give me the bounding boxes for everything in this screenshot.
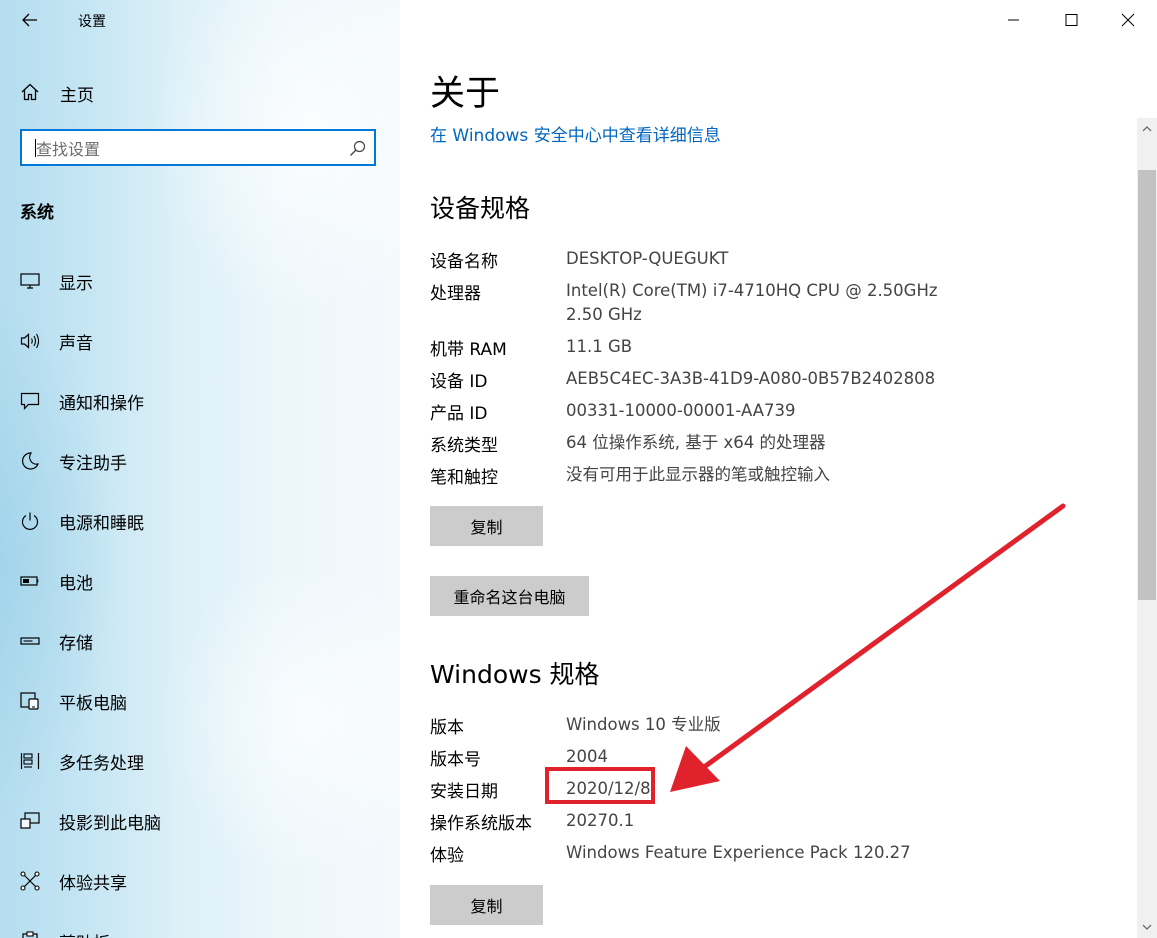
- speaker-icon: [20, 333, 40, 349]
- multitask-icon: [20, 753, 40, 769]
- sidebar-item-shared-experiences[interactable]: 体验共享: [0, 851, 400, 911]
- sidebar-item-notifications[interactable]: 通知和操作: [0, 371, 400, 431]
- page-title: 关于: [430, 74, 501, 114]
- spec-key: 安装日期: [430, 782, 498, 802]
- projection-icon: [20, 812, 40, 829]
- spec-value: DESKTOP-QUEGUKT: [566, 249, 729, 268]
- spec-row: 系统类型 64 位操作系统, 基于 x64 的处理器: [430, 431, 1030, 463]
- install-date-highlight-box: [545, 767, 655, 804]
- spec-value: Windows Feature Experience Pack 120.27: [566, 843, 911, 862]
- share-icon: [20, 871, 40, 891]
- nav-home-label: 主页: [60, 86, 94, 106]
- spec-row: 笔和触控 没有可用于此显示器的笔或触控输入: [430, 463, 1030, 495]
- storage-icon: [20, 637, 40, 645]
- tablet-icon: [20, 692, 39, 710]
- scrollbar[interactable]: [1137, 118, 1157, 938]
- spec-row: 体验 Windows Feature Experience Pack 120.2…: [430, 841, 1030, 873]
- sidebar-item-label: 电源和睡眠: [59, 514, 144, 534]
- spec-key: 设备 ID: [430, 372, 488, 392]
- battery-icon: [20, 576, 39, 586]
- spec-value: 64 位操作系统, 基于 x64 的处理器: [566, 433, 826, 452]
- close-icon: [1121, 13, 1135, 27]
- maximize-button[interactable]: [1057, 8, 1085, 32]
- sidebar-item-storage[interactable]: 存储: [0, 611, 400, 671]
- sidebar-item-label: 专注助手: [59, 454, 127, 474]
- minimize-button[interactable]: [999, 8, 1027, 32]
- sidebar-item-tablet[interactable]: 平板电脑: [0, 671, 400, 731]
- home-icon: [21, 83, 39, 101]
- device-specs-table: 设备名称 DESKTOP-QUEGUKT 处理器 Intel(R) Core(T…: [430, 247, 1030, 495]
- spec-key: 产品 ID: [430, 404, 488, 424]
- spec-key: 版本号: [430, 750, 481, 770]
- spec-row: 机带 RAM 11.1 GB: [430, 335, 1030, 367]
- spec-key: 设备名称: [430, 252, 498, 272]
- copy-device-specs-button[interactable]: 复制: [430, 506, 543, 546]
- spec-key: 版本: [430, 718, 464, 738]
- sidebar-item-power-sleep[interactable]: 电源和睡眠: [0, 491, 400, 551]
- sidebar-item-projecting[interactable]: 投影到此电脑: [0, 791, 400, 851]
- close-button[interactable]: [1114, 8, 1142, 32]
- spec-row: 设备 ID AEB5C4EC-3A3B-41D9-A080-0B57B24028…: [430, 367, 1030, 399]
- spec-key: 机带 RAM: [430, 340, 507, 360]
- annotation-arrow: [670, 503, 1066, 792]
- sidebar-item-sound[interactable]: 声音: [0, 311, 400, 371]
- sidebar-item-clipboard[interactable]: 剪贴板: [0, 911, 400, 938]
- back-arrow-icon: [22, 13, 37, 27]
- spec-row: 产品 ID 00331-10000-00001-AA739: [430, 399, 1030, 431]
- sidebar-item-label: 体验共享: [59, 874, 127, 894]
- spec-value: 20270.1: [566, 811, 635, 830]
- spec-row: 操作系统版本 20270.1: [430, 809, 1030, 841]
- device-specs-heading: 设备规格: [430, 194, 531, 223]
- sidebar-item-label: 显示: [59, 274, 93, 294]
- spec-key: 系统类型: [430, 436, 498, 456]
- spec-row: 设备名称 DESKTOP-QUEGUKT: [430, 247, 1030, 279]
- windows-specs-heading: Windows 规格: [430, 660, 600, 689]
- display-icon: [20, 273, 40, 289]
- sidebar-item-label: 电池: [59, 574, 93, 594]
- sidebar-item-focus-assist[interactable]: 专注助手: [0, 431, 400, 491]
- search-icon[interactable]: [349, 140, 366, 157]
- minimize-icon: [1008, 19, 1019, 21]
- maximize-icon: [1065, 14, 1078, 26]
- spec-value: AEB5C4EC-3A3B-41D9-A080-0B57B2402808: [566, 369, 936, 388]
- clipboard-icon: [22, 931, 38, 938]
- sidebar-item-label: 剪贴板: [59, 929, 110, 938]
- sidebar-item-display[interactable]: 显示: [0, 251, 400, 311]
- search-box[interactable]: [20, 129, 376, 166]
- nav-list: 显示 声音 通知和操作 专注助手 电源和睡眠 电池 存储 平板电脑 多任务处理 …: [0, 251, 400, 938]
- sidebar-item-label: 通知和操作: [59, 394, 144, 414]
- sidebar-item-label: 存储: [59, 634, 93, 654]
- copy-windows-specs-button[interactable]: 复制: [430, 885, 543, 925]
- spec-value: 00331-10000-00001-AA739: [566, 401, 796, 420]
- rename-pc-button[interactable]: 重命名这台电脑: [430, 576, 589, 616]
- moon-icon: [22, 452, 39, 470]
- spec-row: 处理器 Intel(R) Core(TM) i7-4710HQ CPU @ 2.…: [430, 279, 1030, 335]
- sidebar-item-label: 多任务处理: [59, 754, 144, 774]
- sidebar-item-battery[interactable]: 电池: [0, 551, 400, 611]
- spec-key: 处理器: [430, 284, 481, 304]
- scrollbar-thumb[interactable]: [1138, 170, 1156, 600]
- power-icon: [21, 512, 39, 530]
- spec-key: 笔和触控: [430, 468, 498, 488]
- sidebar-item-label: 声音: [59, 334, 93, 354]
- spec-value: 没有可用于此显示器的笔或触控输入: [566, 465, 830, 484]
- sidebar-item-multitasking[interactable]: 多任务处理: [0, 731, 400, 791]
- search-input[interactable]: [34, 137, 338, 161]
- spec-value: 11.1 GB: [566, 337, 633, 356]
- back-button[interactable]: [18, 8, 42, 32]
- sidebar: 设置 主页 系统 显示 声音 通知和操作 专注助手 电源和睡眠: [0, 0, 400, 938]
- sidebar-item-label: 平板电脑: [59, 694, 127, 714]
- sidebar-item-label: 投影到此电脑: [59, 814, 161, 834]
- section-label-system: 系统: [20, 203, 54, 223]
- text-caret: [35, 139, 36, 157]
- security-center-link[interactable]: 在 Windows 安全中心中查看详细信息: [430, 121, 721, 146]
- spec-key: 操作系统版本: [430, 814, 532, 834]
- spec-key: 体验: [430, 846, 464, 866]
- notification-icon: [20, 392, 40, 410]
- scroll-up-arrow-icon[interactable]: [1137, 118, 1157, 140]
- scroll-down-arrow-icon[interactable]: [1137, 916, 1157, 938]
- nav-home[interactable]: 主页: [20, 80, 280, 106]
- spec-value: Intel(R) Core(TM) i7-4710HQ CPU @ 2.50GH…: [566, 281, 954, 324]
- app-title: 设置: [78, 14, 106, 30]
